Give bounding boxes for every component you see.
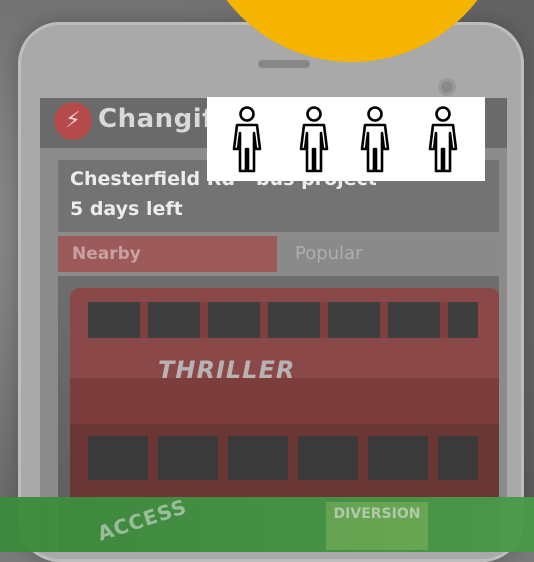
tab-popular[interactable]: Popular (277, 236, 499, 272)
person-icon (360, 106, 390, 173)
person-icon (299, 106, 329, 173)
bus-middle-band (70, 378, 499, 424)
phone-speaker (258, 60, 310, 68)
bus-lower-windows (88, 436, 478, 480)
bus-ad-text: THRILLER (158, 356, 296, 384)
people-icons-panel (207, 97, 485, 181)
lightning-bolt-icon: ⚡ (54, 102, 92, 140)
phone-camera (438, 78, 456, 96)
project-days-left: 5 days left (70, 198, 183, 220)
tab-nearby[interactable]: Nearby (58, 236, 277, 272)
person-icon (232, 106, 262, 173)
person-icon (428, 106, 458, 173)
bus-upper-windows (88, 302, 478, 338)
green-banner (0, 497, 534, 552)
tab-bar: Nearby Popular (58, 236, 499, 272)
diversion-sign: DIVERSION (326, 502, 428, 550)
